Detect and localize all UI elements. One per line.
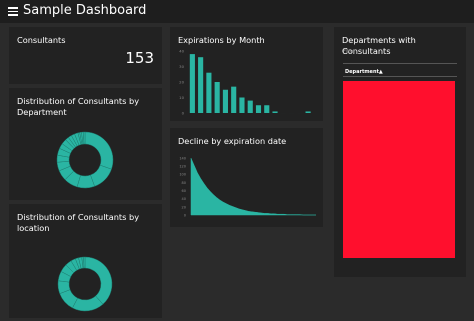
y-tick-label: 100 xyxy=(179,173,186,177)
bar[interactable] xyxy=(189,54,195,113)
expirations-card: Expirations by Month 40 30 20 10 0 xyxy=(170,27,323,121)
bar[interactable] xyxy=(231,86,237,113)
bar[interactable] xyxy=(214,82,220,113)
column-header-divider xyxy=(343,76,457,77)
location-distribution-card: Distribution of Consultants by location xyxy=(9,204,162,318)
bar[interactable] xyxy=(222,89,228,113)
donut-slice[interactable] xyxy=(84,131,114,170)
decline-area-chart: 140 120 100 80 60 40 20 0 xyxy=(179,156,316,217)
y-tick-label: 10 xyxy=(179,95,184,100)
y-tick-label: 40 xyxy=(179,49,184,54)
consultants-title: Consultants xyxy=(17,35,66,45)
bar[interactable] xyxy=(198,57,204,113)
location-donut-chart xyxy=(57,256,113,312)
y-tick-label: 20 xyxy=(182,205,186,209)
bar[interactable] xyxy=(255,105,262,113)
departments-table-card: Departments with Consultants Filter Depa… xyxy=(334,27,466,277)
area-series[interactable] xyxy=(190,157,316,216)
consultants-card: Consultants 153 xyxy=(9,27,162,84)
bar[interactable] xyxy=(272,111,278,113)
y-tick-label: 20 xyxy=(179,80,184,85)
expirations-bar-chart: 40 30 20 10 0 xyxy=(179,49,311,116)
top-bar: Sample Dashboard xyxy=(0,0,474,23)
table-body-block xyxy=(343,81,455,258)
y-tick-label: 0 xyxy=(182,111,185,116)
y-tick-label: 40 xyxy=(182,197,186,201)
consultants-count: 153 xyxy=(125,49,154,67)
departments-table-title: Departments with Consultants xyxy=(342,35,416,56)
bar[interactable] xyxy=(247,100,253,113)
department-column-header[interactable]: Department▲ xyxy=(345,69,383,75)
bar[interactable] xyxy=(264,105,270,113)
y-tick-label: 60 xyxy=(182,189,186,193)
app-title: Sample Dashboard xyxy=(23,3,147,18)
department-distribution-card: Distribution of Consultants by Departmen… xyxy=(9,88,162,200)
y-tick-label: 0 xyxy=(184,213,186,217)
y-tick-label: 30 xyxy=(179,64,184,69)
filter-underline xyxy=(343,63,457,64)
filter-input[interactable]: Filter xyxy=(343,49,355,55)
bar[interactable] xyxy=(239,97,245,114)
y-tick-label: 80 xyxy=(182,181,186,185)
y-tick-label: 120 xyxy=(179,165,186,169)
department-donut-chart xyxy=(56,131,114,189)
bar[interactable] xyxy=(305,111,311,113)
decline-card: Decline by expiration date 140 120 100 80 60… xyxy=(170,128,323,227)
bar[interactable] xyxy=(206,72,212,113)
hamburger-menu-icon[interactable] xyxy=(8,7,18,16)
donut-slice[interactable] xyxy=(84,256,113,305)
y-tick-label: 140 xyxy=(179,156,186,160)
